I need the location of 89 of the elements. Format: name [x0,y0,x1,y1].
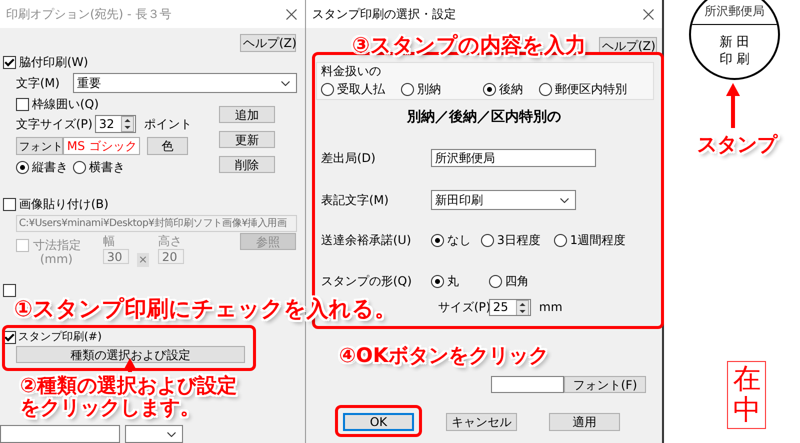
help-button[interactable]: ヘルプ(Z) [240,34,296,52]
size-spinner[interactable]: 32 [95,115,136,133]
font-button[interactable]: フォント(F) [564,376,646,393]
action-button[interactable]: 追加 [219,106,275,123]
apply-button[interactable]: 適用 [549,413,620,431]
field-label: 文字サイズ(P) [16,116,94,132]
radio-button[interactable] [401,82,414,96]
radio-button[interactable] [489,274,502,288]
window-title: 印刷オプション(宛先) - 長３号 [6,6,172,22]
text-dropdown[interactable]: 重要 [73,73,297,93]
action-button[interactable]: 削除 [219,156,275,173]
radio-label: 横書き [89,160,125,174]
radio-button[interactable] [431,274,444,288]
close-icon [643,8,654,20]
font-button[interactable]: フォント [16,137,63,155]
font-name-field: MS ゴシック [63,137,140,155]
caret-icon [560,198,569,202]
checkbox-label: 画像貼り付け(B) [19,196,109,212]
callout-text: スタンプ [697,133,777,155]
spinner-arrows-icon [516,300,529,315]
radio-label: 郵便区内特別 [555,82,627,97]
times-sign: × [137,253,149,267]
stamp-text: 新 田 [718,35,751,51]
ok-button[interactable]: OK [343,413,414,431]
field-label: 幅 [103,234,116,248]
field-label: サイズ(P) [438,300,489,315]
dropdown-value: 新田印刷 [435,192,483,208]
radio-label: 丸 [447,274,459,288]
checkbox[interactable] [3,284,16,296]
number-field: 30 [103,249,129,264]
stamp-text: 印 刷 [718,52,751,68]
unit-label: (mm) [39,252,74,267]
unit-label: mm [539,300,562,315]
file-path-field: C:¥Users¥minami¥Desktop¥封筒印刷ソフト画像¥挿入用画 [16,215,297,232]
radio-button[interactable] [481,234,494,246]
bottom-dropdown[interactable] [125,425,183,443]
office-field[interactable]: 所沢郵便局 [431,149,596,167]
checkbox-label: 枠線囲い(Q) [32,96,99,112]
field-label: 高さ [158,234,183,248]
field-label: 差出局(D) [321,150,377,166]
caret-icon [167,432,176,436]
radio-label: 後納 [499,82,523,97]
field-label: 文字(M) [16,76,61,90]
unit-label: ポイント [144,116,192,132]
radio-label: 別納 [417,82,441,97]
spinner-value: 32 [99,116,114,132]
callout-text: ②種類の選択および設定 をクリックします。 [20,374,237,418]
field-label: 送達余裕承諾(U) [321,232,412,248]
bottom-field[interactable] [0,425,120,443]
radio-label: 縦書き [32,160,68,174]
size-spinner[interactable]: 25 [489,299,531,316]
checkbox[interactable] [16,98,29,110]
notation-dropdown[interactable]: 新田印刷 [431,190,576,210]
radio-label: 3日程度 [497,232,541,248]
radio-button[interactable] [431,234,444,246]
field-label: 表記文字(M) [321,192,390,208]
number-field: 20 [158,249,184,264]
window-title: スタンプ印刷の選択・設定 [312,6,456,22]
spinner-arrows-icon [121,116,134,132]
color-button[interactable]: 色 [147,137,188,155]
section-heading: 別納／後納／区内特別の [406,109,562,127]
font-field[interactable] [491,376,564,393]
arrow-icon [726,83,740,128]
checkbox-label: 寸法指定 [33,238,81,252]
group-label: 料金扱いの [321,64,381,78]
caret-icon [281,80,290,86]
radio-button[interactable] [16,160,29,174]
cancel-button[interactable]: キャンセル [446,413,517,431]
checkbox[interactable] [3,56,16,68]
close-icon [286,8,297,20]
enclosure-mark: 在中 [727,361,766,429]
radio-button[interactable] [539,82,552,96]
radio-button[interactable] [483,82,496,96]
checkbox-label: 脇付印刷(W) [19,54,88,70]
checkbox-label: スタンプ印刷(#) [18,330,102,344]
callout-text: ④OKボタンをクリック [339,344,548,366]
radio-button[interactable] [321,82,334,96]
action-button[interactable]: 更新 [219,131,275,148]
select-settings-button[interactable]: 種類の選択および設定 [16,346,245,363]
dropdown-value: 重要 [77,76,101,90]
field-label: スタンプの形(Q) [321,274,413,288]
radio-label: 受取人払 [337,82,385,97]
radio-label: 1週間程度 [570,232,626,248]
spinner-value: 25 [493,300,508,315]
radio-button[interactable] [73,160,86,174]
stamp-office-text: 所沢郵便局 [704,4,766,18]
radio-label: 四角 [505,274,529,288]
radio-button[interactable] [554,234,567,246]
radio-label: なし [447,232,471,248]
